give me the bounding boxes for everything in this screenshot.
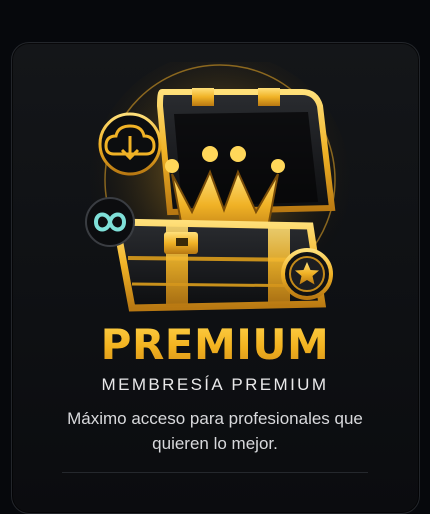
cloud-download-icon bbox=[98, 112, 162, 176]
premium-chest-illustration bbox=[70, 62, 370, 332]
infinity-icon bbox=[85, 197, 135, 247]
plan-subtitle: MEMBRESÍA PREMIUM bbox=[101, 375, 329, 394]
star-coin-icon bbox=[281, 248, 333, 300]
plan-description: Máximo acceso para profesionales que qui… bbox=[67, 409, 363, 453]
plan-title: PREMIUM bbox=[0, 320, 430, 369]
divider bbox=[62, 472, 368, 473]
